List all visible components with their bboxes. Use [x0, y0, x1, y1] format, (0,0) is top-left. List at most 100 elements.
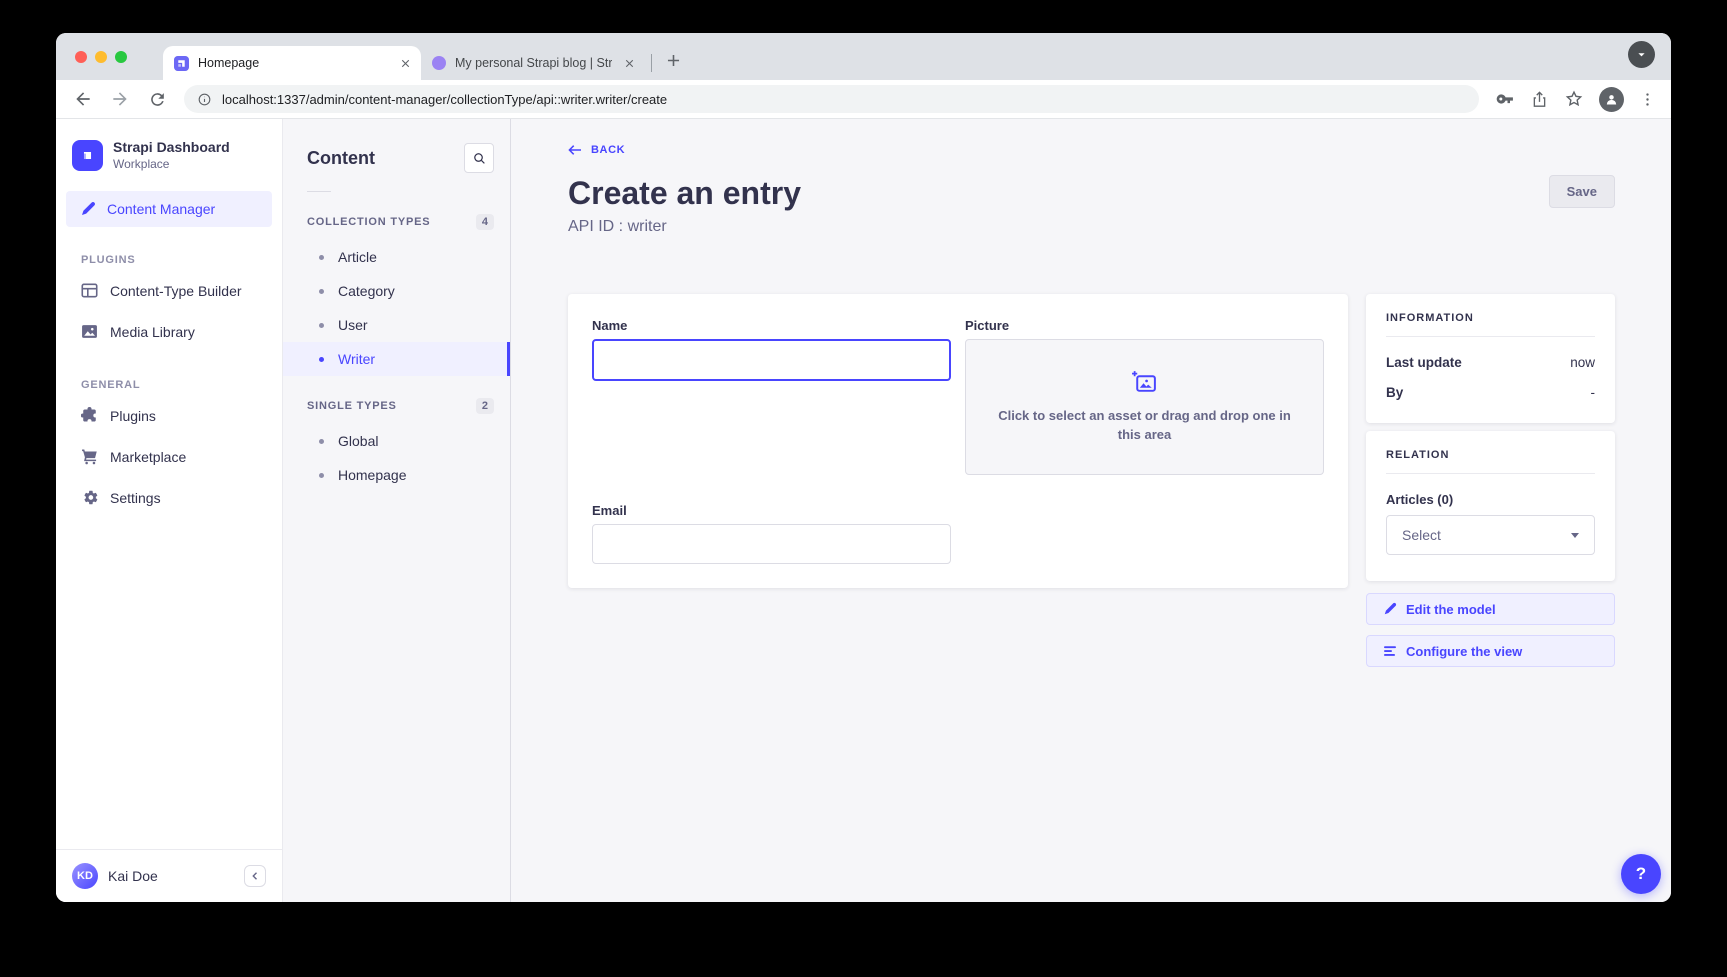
name-input[interactable]	[592, 339, 951, 381]
picture-field: Picture Click to select an asset or drag…	[965, 318, 1324, 475]
nav-section-plugins: PLUGINS	[81, 254, 282, 266]
collapse-sidebar-button[interactable]	[244, 865, 266, 887]
subnav-item-label: Homepage	[338, 467, 407, 483]
chevron-left-icon	[250, 871, 260, 881]
dropzone-hint: Click to select an asset or drag and dro…	[994, 407, 1295, 445]
reload-icon[interactable]	[145, 87, 169, 111]
feather-pen-icon	[80, 201, 96, 217]
subnav-item-article[interactable]: Article	[283, 240, 510, 274]
sidebar-item-label: Media Library	[110, 324, 195, 340]
tab-separator	[651, 54, 652, 72]
media-image-icon	[81, 323, 98, 340]
last-update-row: Last update now	[1386, 355, 1595, 370]
address-bar[interactable]: localhost:1337/admin/content-manager/col…	[184, 85, 1479, 113]
tab-title: Homepage	[198, 56, 388, 70]
page-title: Create an entry	[568, 175, 801, 212]
entry-content-row: Name Picture Click to select	[568, 294, 1615, 667]
zoom-window-button[interactable]	[115, 51, 127, 63]
browser-urlbar: localhost:1337/admin/content-manager/col…	[56, 80, 1671, 119]
browser-profile-avatar[interactable]	[1599, 87, 1624, 112]
title-row: Create an entry Save	[568, 175, 1615, 212]
information-title: INFORMATION	[1386, 312, 1595, 324]
browser-actions	[1495, 87, 1656, 112]
subnav-item-category[interactable]: Category	[283, 274, 510, 308]
chevron-down-icon	[1571, 533, 1579, 538]
share-icon[interactable]	[1530, 90, 1549, 109]
password-key-icon[interactable]	[1495, 89, 1515, 109]
close-tab-icon[interactable]	[397, 55, 413, 71]
subnav-item-global[interactable]: Global	[283, 424, 510, 458]
configure-view-button[interactable]: Configure the view	[1366, 635, 1615, 667]
by-row: By -	[1386, 385, 1595, 400]
layout-icon	[81, 282, 98, 299]
puzzle-icon	[81, 407, 98, 424]
subnav-item-user[interactable]: User	[283, 308, 510, 342]
sidebar-item-content-type-builder[interactable]: Content-Type Builder	[56, 270, 282, 311]
sidebar-item-media-library[interactable]: Media Library	[56, 311, 282, 352]
user-name: Kai Doe	[108, 868, 158, 884]
close-window-button[interactable]	[75, 51, 87, 63]
bookmark-star-icon[interactable]	[1564, 89, 1584, 109]
new-tab-button[interactable]	[660, 47, 686, 73]
subnav-item-homepage[interactable]: Homepage	[283, 458, 510, 492]
sidebar-item-content-manager[interactable]: Content Manager	[66, 191, 272, 227]
single-types-label: SINGLE TYPES	[307, 400, 397, 412]
url-text: localhost:1337/admin/content-manager/col…	[222, 92, 667, 107]
add-image-icon	[1131, 370, 1158, 395]
gear-icon	[81, 489, 98, 506]
email-input[interactable]	[592, 524, 951, 564]
picture-dropzone[interactable]: Click to select an asset or drag and dro…	[965, 339, 1324, 475]
sidebar-item-plugins[interactable]: Plugins	[56, 395, 282, 436]
relation-title: RELATION	[1386, 449, 1595, 461]
last-update-value: now	[1570, 355, 1595, 370]
search-icon	[473, 152, 486, 165]
help-button[interactable]: ?	[1621, 854, 1661, 894]
bullet-icon	[319, 357, 324, 362]
api-id-subtitle: API ID : writer	[568, 218, 1615, 236]
collection-types-header: COLLECTION TYPES 4	[283, 214, 510, 230]
browser-menu-icon[interactable]	[1639, 91, 1656, 108]
sidebar-item-settings[interactable]: Settings	[56, 477, 282, 518]
tab-title: My personal Strapi blog | Strap	[455, 56, 612, 70]
back-link[interactable]: BACK	[568, 144, 625, 156]
forward-nav-icon[interactable]	[108, 87, 132, 111]
configure-view-label: Configure the view	[1406, 644, 1522, 659]
back-nav-icon[interactable]	[71, 87, 95, 111]
bullet-icon	[319, 289, 324, 294]
brand-subtitle: Workplace	[113, 157, 230, 171]
configure-lines-icon	[1383, 644, 1397, 658]
close-tab-icon[interactable]	[621, 55, 637, 71]
user-avatar[interactable]: KD	[72, 863, 98, 889]
articles-select[interactable]: Select	[1386, 515, 1595, 555]
tab-strapi-blog[interactable]: My personal Strapi blog | Strap	[421, 46, 645, 80]
browser-window: Homepage My personal Strapi blog | Strap	[56, 33, 1671, 902]
browser-tabstrip: Homepage My personal Strapi blog | Strap	[56, 33, 1671, 80]
save-button[interactable]: Save	[1549, 175, 1615, 208]
picture-label: Picture	[965, 318, 1324, 333]
edit-model-label: Edit the model	[1406, 602, 1496, 617]
tab-search-menu-button[interactable]	[1628, 41, 1655, 68]
sidebar-item-marketplace[interactable]: Marketplace	[56, 436, 282, 477]
strapi-admin-app: Strapi Dashboard Workplace Content Manag…	[56, 119, 1671, 902]
subnav-item-writer[interactable]: Writer	[283, 342, 510, 376]
articles-relation-label: Articles (0)	[1386, 492, 1595, 507]
subnav-item-label: Writer	[338, 351, 375, 367]
search-button[interactable]	[464, 143, 494, 173]
back-label: BACK	[591, 144, 625, 156]
subnav-item-label: Global	[338, 433, 378, 449]
tab-homepage[interactable]: Homepage	[163, 46, 421, 80]
minimize-window-button[interactable]	[95, 51, 107, 63]
sidebar-item-label: Plugins	[110, 408, 156, 424]
subnav-header: Content	[283, 143, 510, 173]
info-icon[interactable]	[197, 92, 212, 107]
arrow-left-icon	[568, 144, 582, 156]
main-nav-sidebar: Strapi Dashboard Workplace Content Manag…	[56, 119, 283, 902]
name-field: Name	[592, 318, 951, 475]
by-value: -	[1591, 385, 1596, 400]
edit-model-button[interactable]: Edit the model	[1366, 593, 1615, 625]
nav-footer: KD Kai Doe	[56, 849, 282, 902]
nav-section-general: GENERAL	[81, 379, 282, 391]
divider	[1386, 473, 1595, 474]
brand-block: Strapi Dashboard Workplace	[56, 119, 282, 181]
bullet-icon	[319, 323, 324, 328]
